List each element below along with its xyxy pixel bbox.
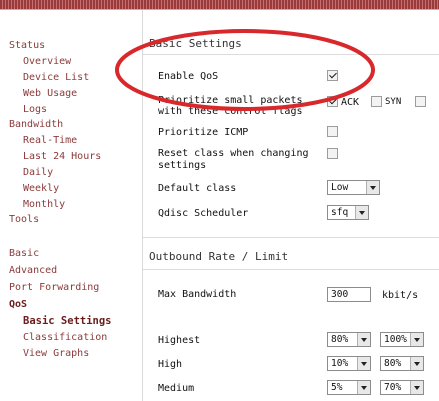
default-class-value: Low: [331, 182, 349, 193]
sidebar-item-monthly[interactable]: Monthly: [23, 199, 65, 211]
sidebar-item-last-24-hours[interactable]: Last 24 Hours: [23, 151, 101, 163]
class-highest-label: Highest: [158, 335, 201, 346]
sidebar-item-basic-settings[interactable]: Basic Settings: [23, 315, 112, 327]
sidebar-item-weekly[interactable]: Weekly: [23, 183, 59, 195]
highlight-ellipse: [115, 29, 375, 111]
sidebar-item-tools[interactable]: Tools: [9, 214, 39, 226]
qdisc-scheduler-select[interactable]: sfq: [327, 205, 369, 220]
chevron-down-icon: [357, 333, 370, 346]
max-bandwidth-label: Max Bandwidth: [158, 289, 237, 300]
reset-class-label-line2: settings: [158, 160, 207, 171]
section-divider: [143, 237, 439, 238]
chevron-down-icon: [366, 181, 379, 194]
class-medium-max-value: 70%: [384, 382, 402, 393]
sidebar-item-status[interactable]: Status: [9, 40, 45, 52]
sidebar-item-port-forwarding[interactable]: Port Forwarding: [9, 282, 99, 294]
max-bandwidth-input[interactable]: 300: [327, 287, 371, 302]
class-medium-label: Medium: [158, 383, 195, 394]
chevron-down-icon: [410, 333, 423, 346]
class-high-min-select[interactable]: 10%: [327, 356, 371, 371]
extra-flag-checkbox[interactable]: [415, 96, 426, 107]
sidebar-item-daily[interactable]: Daily: [23, 167, 53, 179]
syn-flag-label: SYN: [385, 97, 402, 107]
class-highest-min-value: 80%: [331, 334, 349, 345]
chevron-down-icon: [410, 381, 423, 394]
sidebar-item-advanced[interactable]: Advanced: [9, 265, 57, 277]
default-class-label: Default class: [158, 183, 237, 194]
qdisc-scheduler-value: sfq: [331, 207, 349, 218]
sidebar-item-device-list[interactable]: Device List: [23, 72, 89, 84]
class-high-max-select[interactable]: 80%: [380, 356, 424, 371]
chevron-down-icon: [357, 381, 370, 394]
sidebar-item-real-time[interactable]: Real-Time: [23, 135, 77, 147]
page-top-border: [0, 0, 439, 10]
prioritize-icmp-label: Prioritize ICMP: [158, 127, 249, 138]
sidebar-item-web-usage[interactable]: Web Usage: [23, 88, 77, 100]
qdisc-scheduler-label: Qdisc Scheduler: [158, 208, 249, 219]
sidebar-item-qos[interactable]: QoS: [9, 299, 27, 311]
class-medium-min-value: 5%: [331, 382, 343, 393]
class-high-min-value: 10%: [331, 358, 349, 369]
max-bandwidth-unit: kbit/s: [382, 290, 419, 301]
class-medium-max-select[interactable]: 70%: [380, 380, 424, 395]
default-class-select[interactable]: Low: [327, 180, 380, 195]
reset-class-label-line1: Reset class when changing: [158, 148, 309, 159]
class-highest-max-select[interactable]: 100%: [380, 332, 424, 347]
sidebar-item-bandwidth[interactable]: Bandwidth: [9, 119, 63, 131]
chevron-down-icon: [410, 357, 423, 370]
class-high-label: High: [158, 359, 183, 370]
sidebar-item-logs[interactable]: Logs: [23, 104, 47, 116]
chevron-down-icon: [355, 206, 368, 219]
reset-class-checkbox[interactable]: [327, 148, 338, 159]
prioritize-icmp-checkbox[interactable]: [327, 126, 338, 137]
sidebar-item-view-graphs[interactable]: View Graphs: [23, 348, 89, 360]
sidebar-item-classification[interactable]: Classification: [23, 332, 107, 344]
class-medium-min-select[interactable]: 5%: [327, 380, 371, 395]
class-highest-max-value: 100%: [384, 334, 407, 345]
section-title-outbound: Outbound Rate / Limit: [149, 250, 289, 263]
class-highest-min-select[interactable]: 80%: [327, 332, 371, 347]
chevron-down-icon: [357, 357, 370, 370]
sidebar-item-overview[interactable]: Overview: [23, 56, 71, 68]
sidebar-item-basic[interactable]: Basic: [9, 248, 39, 260]
section-divider: [143, 269, 439, 270]
class-high-max-value: 80%: [384, 358, 402, 369]
